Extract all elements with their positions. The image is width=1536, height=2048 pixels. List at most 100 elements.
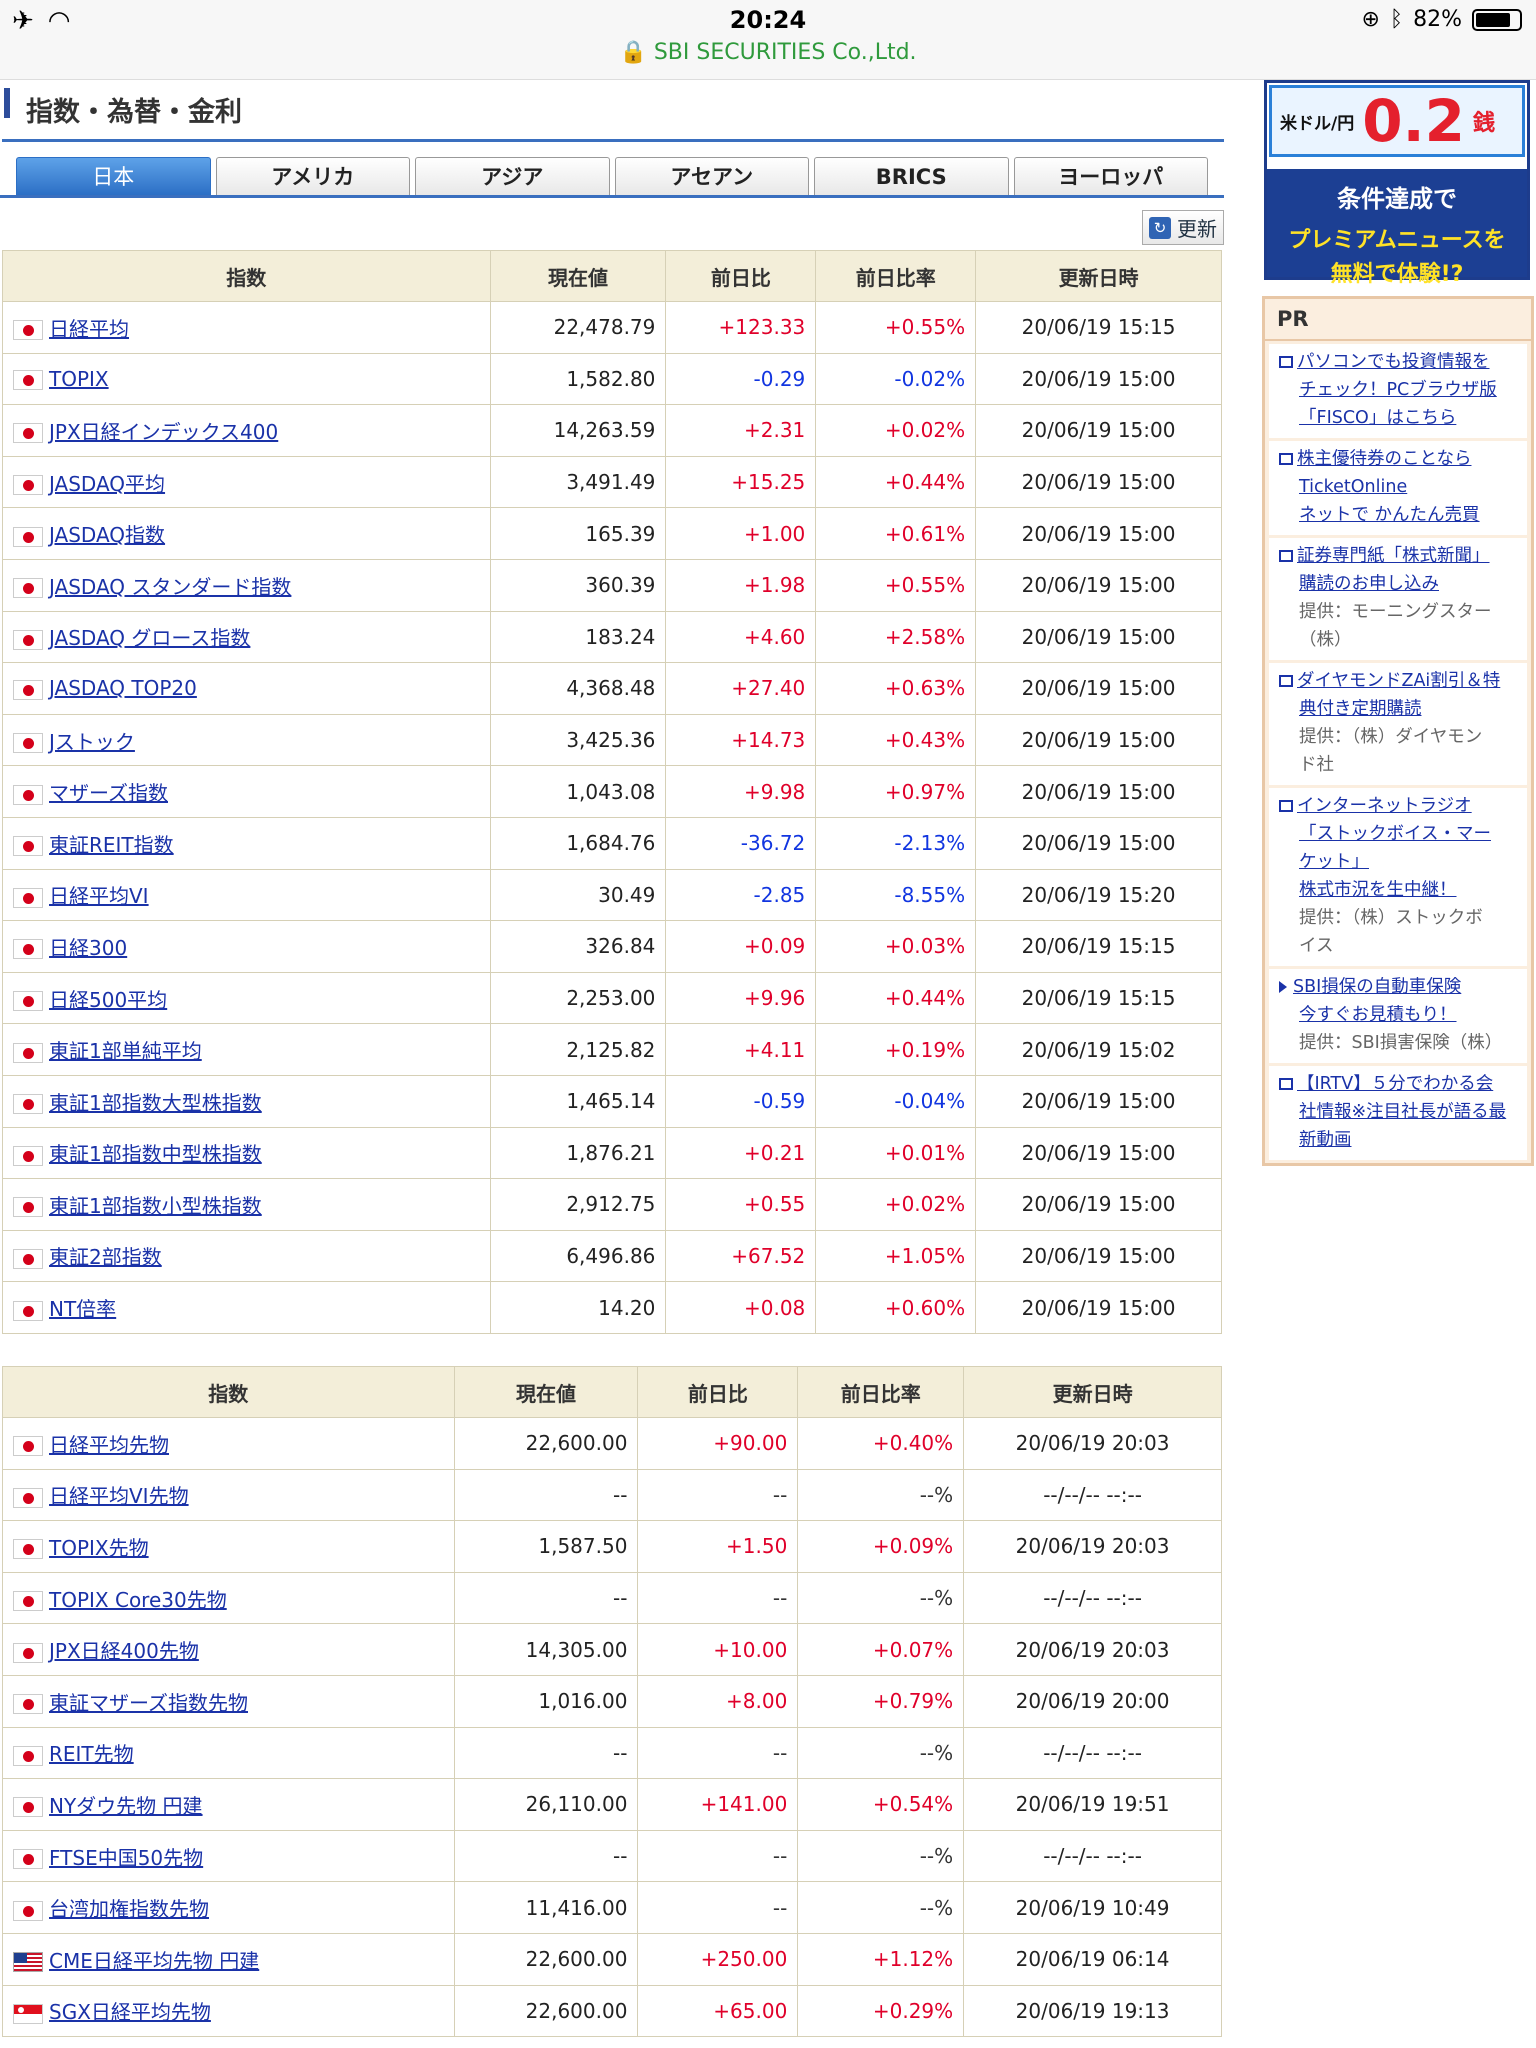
main-content: 指数・為替・金利 日本 アメリカ アジア アセアン BRICS ヨーロッパ ↻ 更新 指数…: [0, 80, 1224, 2038]
name-cell: JASDAQ TOP20: [2, 662, 491, 715]
pr-line: SBI損保の自動車保険: [1279, 973, 1523, 1001]
table-row: JASDAQ平均 3,491.49 +15.25 +0.44% 20/06/19 15:…: [2, 455, 1222, 509]
index-link[interactable]: JPX日経400先物: [49, 1639, 199, 1663]
index-link[interactable]: TOPIX先物: [49, 1536, 149, 1560]
tab-5[interactable]: ヨーロッパ: [1013, 157, 1208, 195]
index-link[interactable]: 東証2部指数: [49, 1245, 162, 1269]
pr-link[interactable]: ダイヤモンドZAi割引＆特: [1297, 671, 1500, 691]
index-link[interactable]: 東証1部指数中型株指数: [49, 1142, 262, 1166]
index-link[interactable]: Jストック: [49, 730, 135, 754]
pr-link[interactable]: パソコンでも投資情報を: [1297, 352, 1490, 372]
flag-icon: [13, 991, 43, 1012]
date-cell: 20/06/19 15:00: [975, 507, 1222, 560]
index-link[interactable]: マザーズ指数: [49, 781, 168, 805]
flag-icon: [13, 475, 43, 496]
date-cell: 20/06/19 15:00: [975, 1229, 1222, 1283]
index-link[interactable]: CME日経平均先物 円建: [49, 1949, 259, 1973]
pr-link[interactable]: 新動画: [1299, 1130, 1352, 1150]
index-link[interactable]: 東証1部指数小型株指数: [49, 1194, 262, 1218]
index-link[interactable]: TOPIX: [49, 367, 109, 391]
index-link[interactable]: JASDAQ スタンダード指数: [49, 575, 291, 599]
banner-value: 0.2: [1362, 87, 1465, 155]
name-cell: マザーズ指数: [2, 765, 491, 818]
flag-icon: [13, 526, 43, 547]
pr-link[interactable]: 典付き定期購読: [1299, 699, 1422, 719]
change-pct-cell: -8.55%: [815, 868, 977, 922]
date-cell: 20/06/19 20:00: [963, 1674, 1222, 1728]
bluetooth-icon: ᛒ: [1389, 7, 1404, 32]
pr-line: 【IRTV】５分でわかる会: [1279, 1070, 1523, 1098]
date-cell: --/--/-- --:--: [963, 1571, 1222, 1625]
date-cell: 20/06/19 20:03: [963, 1623, 1222, 1676]
index-link[interactable]: 東証1部指数大型株指数: [49, 1091, 262, 1115]
address-bar[interactable]: 🔒 SBI SECURITIES Co.,Ltd.: [0, 40, 1536, 65]
pr-link[interactable]: 「ストックボイス・マー: [1299, 824, 1491, 844]
index-link[interactable]: NYダウ先物 円建: [49, 1794, 203, 1818]
status-bar: ✈ ◠ 20:24 🔒 SBI SECURITIES Co.,Ltd. ⊕ ᛒ …: [0, 0, 1536, 80]
index-link[interactable]: FTSE中国50先物: [49, 1846, 203, 1870]
index-link[interactable]: SGX日経平均先物: [49, 2000, 211, 2024]
date-cell: 20/06/19 19:13: [963, 1984, 1222, 2038]
table-row: 東証1部単純平均 2,125.82 +4.11 +0.19% 20/06/19 15:0…: [2, 1023, 1222, 1076]
index-link[interactable]: JASDAQ平均: [49, 472, 165, 496]
change-pct-cell: +0.43%: [815, 713, 977, 767]
pr-link[interactable]: ケット」: [1299, 852, 1369, 872]
index-link[interactable]: 日経平均: [49, 317, 129, 341]
pr-link[interactable]: SBI損保の自動車保険: [1293, 977, 1461, 997]
column-header: 指数: [2, 250, 491, 302]
pr-line: ネットで かんたん売買: [1279, 501, 1523, 529]
index-link[interactable]: 日経平均VI: [49, 884, 149, 908]
pr-link[interactable]: チェック！PCブラウザ版: [1299, 380, 1497, 400]
pr-link[interactable]: 【IRTV】５分でわかる会: [1297, 1074, 1493, 1094]
pr-line: 「ストックボイス・マー: [1279, 820, 1523, 848]
price-cell: 165.39: [489, 507, 667, 560]
index-link[interactable]: 日経平均VI先物: [49, 1484, 189, 1508]
fx-banner[interactable]: 米ドル/円 0.2 銭 条件達成で プレミアムニュースを 無料で体験!?: [1264, 80, 1530, 287]
pr-provider: 提供：SBI損害保険（株）: [1299, 1033, 1503, 1053]
tab-2[interactable]: アジア: [415, 157, 610, 195]
flag-icon: [13, 370, 43, 391]
pr-link[interactable]: 今すぐお見積もり！: [1299, 1005, 1457, 1025]
table-row: 東証1部指数中型株指数 1,876.21 +0.21 +0.01% 20/06/19 1…: [2, 1126, 1222, 1180]
index-link[interactable]: 東証1部単純平均: [49, 1039, 202, 1063]
index-link[interactable]: 日経300: [49, 936, 127, 960]
pr-link[interactable]: インターネットラジオ: [1297, 796, 1472, 816]
index-link[interactable]: 東証マザーズ指数先物: [49, 1691, 248, 1715]
index-link[interactable]: 日経500平均: [49, 988, 167, 1012]
pr-link[interactable]: 株式市況を生中継！: [1299, 880, 1457, 900]
index-link[interactable]: JASDAQ グロース指数: [49, 626, 250, 650]
tab-1[interactable]: アメリカ: [215, 157, 410, 195]
pr-link[interactable]: 「FISCO」はこちら: [1299, 408, 1456, 428]
change-cell: +10.00: [637, 1623, 799, 1676]
table-row: TOPIX 1,582.80 -0.29 -0.02% 20/06/19 15:00: [2, 352, 1222, 406]
flag-icon: [13, 836, 43, 857]
index-link[interactable]: JPX日経インデックス400: [49, 420, 278, 444]
tab-3[interactable]: アセアン: [614, 157, 809, 195]
pr-line: 購読のお申し込み: [1279, 570, 1523, 598]
pr-item: インターネットラジオ 「ストックボイス・マー ケット」 株式市況を生中継！ 提供：（株）…: [1269, 788, 1527, 966]
index-link[interactable]: 東証REIT指数: [49, 833, 174, 857]
pr-link[interactable]: 株主優待券のことなら: [1297, 449, 1471, 469]
column-header: 前日比率: [815, 250, 977, 302]
tab-4[interactable]: BRICS: [814, 157, 1009, 195]
flag-icon: [13, 679, 43, 700]
tab-0[interactable]: 日本: [16, 157, 211, 195]
index-link[interactable]: TOPIX Core30先物: [49, 1588, 227, 1612]
pr-link[interactable]: 社情報※注目社長が語る最: [1299, 1102, 1506, 1122]
flag-icon: [13, 629, 43, 650]
index-link[interactable]: 台湾加権指数先物: [49, 1897, 209, 1921]
pr-line: 今すぐお見積もり！: [1279, 1001, 1523, 1029]
index-link[interactable]: NT倍率: [49, 1297, 116, 1321]
pr-link[interactable]: TicketOnline: [1299, 477, 1407, 497]
name-cell: TOPIX先物: [2, 1520, 455, 1573]
pr-link[interactable]: ネットで かんたん売買: [1299, 505, 1480, 525]
refresh-button[interactable]: ↻ 更新: [1142, 210, 1224, 245]
index-link[interactable]: JASDAQ TOP20: [49, 676, 197, 700]
pr-link[interactable]: 証券専門紙「株式新聞」: [1297, 546, 1490, 566]
table-row: 日経300 326.84 +0.09 +0.03% 20/06/19 15:15: [2, 920, 1222, 973]
index-link[interactable]: JASDAQ指数: [49, 523, 165, 547]
table-row: JASDAQ指数 165.39 +1.00 +0.61% 20/06/19 15:00: [2, 507, 1222, 560]
index-link[interactable]: REIT先物: [49, 1742, 134, 1766]
pr-link[interactable]: 購読のお申し込み: [1299, 574, 1439, 594]
index-link[interactable]: 日経平均先物: [49, 1433, 169, 1457]
